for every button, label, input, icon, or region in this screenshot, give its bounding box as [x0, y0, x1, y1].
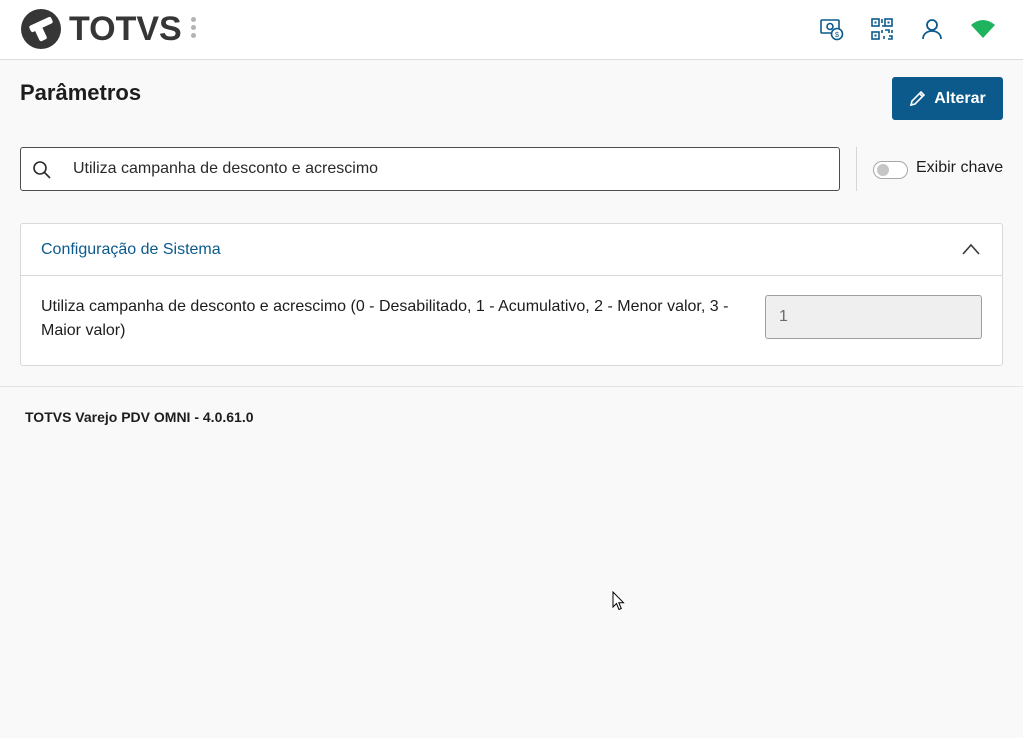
totvs-logo-icon: [21, 9, 61, 49]
cash-register-icon[interactable]: $: [817, 14, 847, 44]
totvs-logo: TOTVS: [20, 8, 182, 50]
system-config-panel: Configuração de Sistema Utiliza campanha…: [20, 223, 1003, 366]
show-key-label: Exibir chave: [916, 159, 1004, 176]
panel-header[interactable]: Configuração de Sistema: [21, 224, 1002, 276]
show-key-toggle[interactable]: [873, 161, 908, 179]
chevron-up-icon[interactable]: [962, 243, 980, 255]
search-icon: [33, 161, 51, 179]
qr-code-icon[interactable]: [867, 14, 897, 44]
top-bar: TOTVS $: [0, 0, 1023, 60]
search-input[interactable]: [73, 148, 833, 190]
version-label: TOTVS Varejo PDV OMNI - 4.0.61.0: [25, 409, 254, 425]
footer-divider: [0, 386, 1023, 387]
divider: [856, 147, 857, 191]
more-options-icon[interactable]: [190, 17, 198, 41]
wifi-icon[interactable]: [968, 14, 998, 44]
toggle-knob: [877, 164, 889, 176]
panel-title: Configuração de Sistema: [41, 241, 221, 258]
svg-text:$: $: [835, 32, 839, 39]
logo-text: TOTVS: [69, 9, 182, 48]
parameter-value-field[interactable]: [765, 295, 982, 339]
page-title: Parâmetros: [20, 80, 142, 105]
parameter-description: Utiliza campanha de desconto e acrescimo…: [41, 298, 729, 339]
mouse-cursor-icon: [612, 591, 625, 611]
search-box[interactable]: [20, 147, 840, 191]
user-icon[interactable]: [917, 14, 947, 44]
edit-button-label: Alterar: [934, 89, 986, 107]
edit-button[interactable]: Alterar: [892, 77, 1003, 120]
pencil-icon: [910, 90, 926, 107]
